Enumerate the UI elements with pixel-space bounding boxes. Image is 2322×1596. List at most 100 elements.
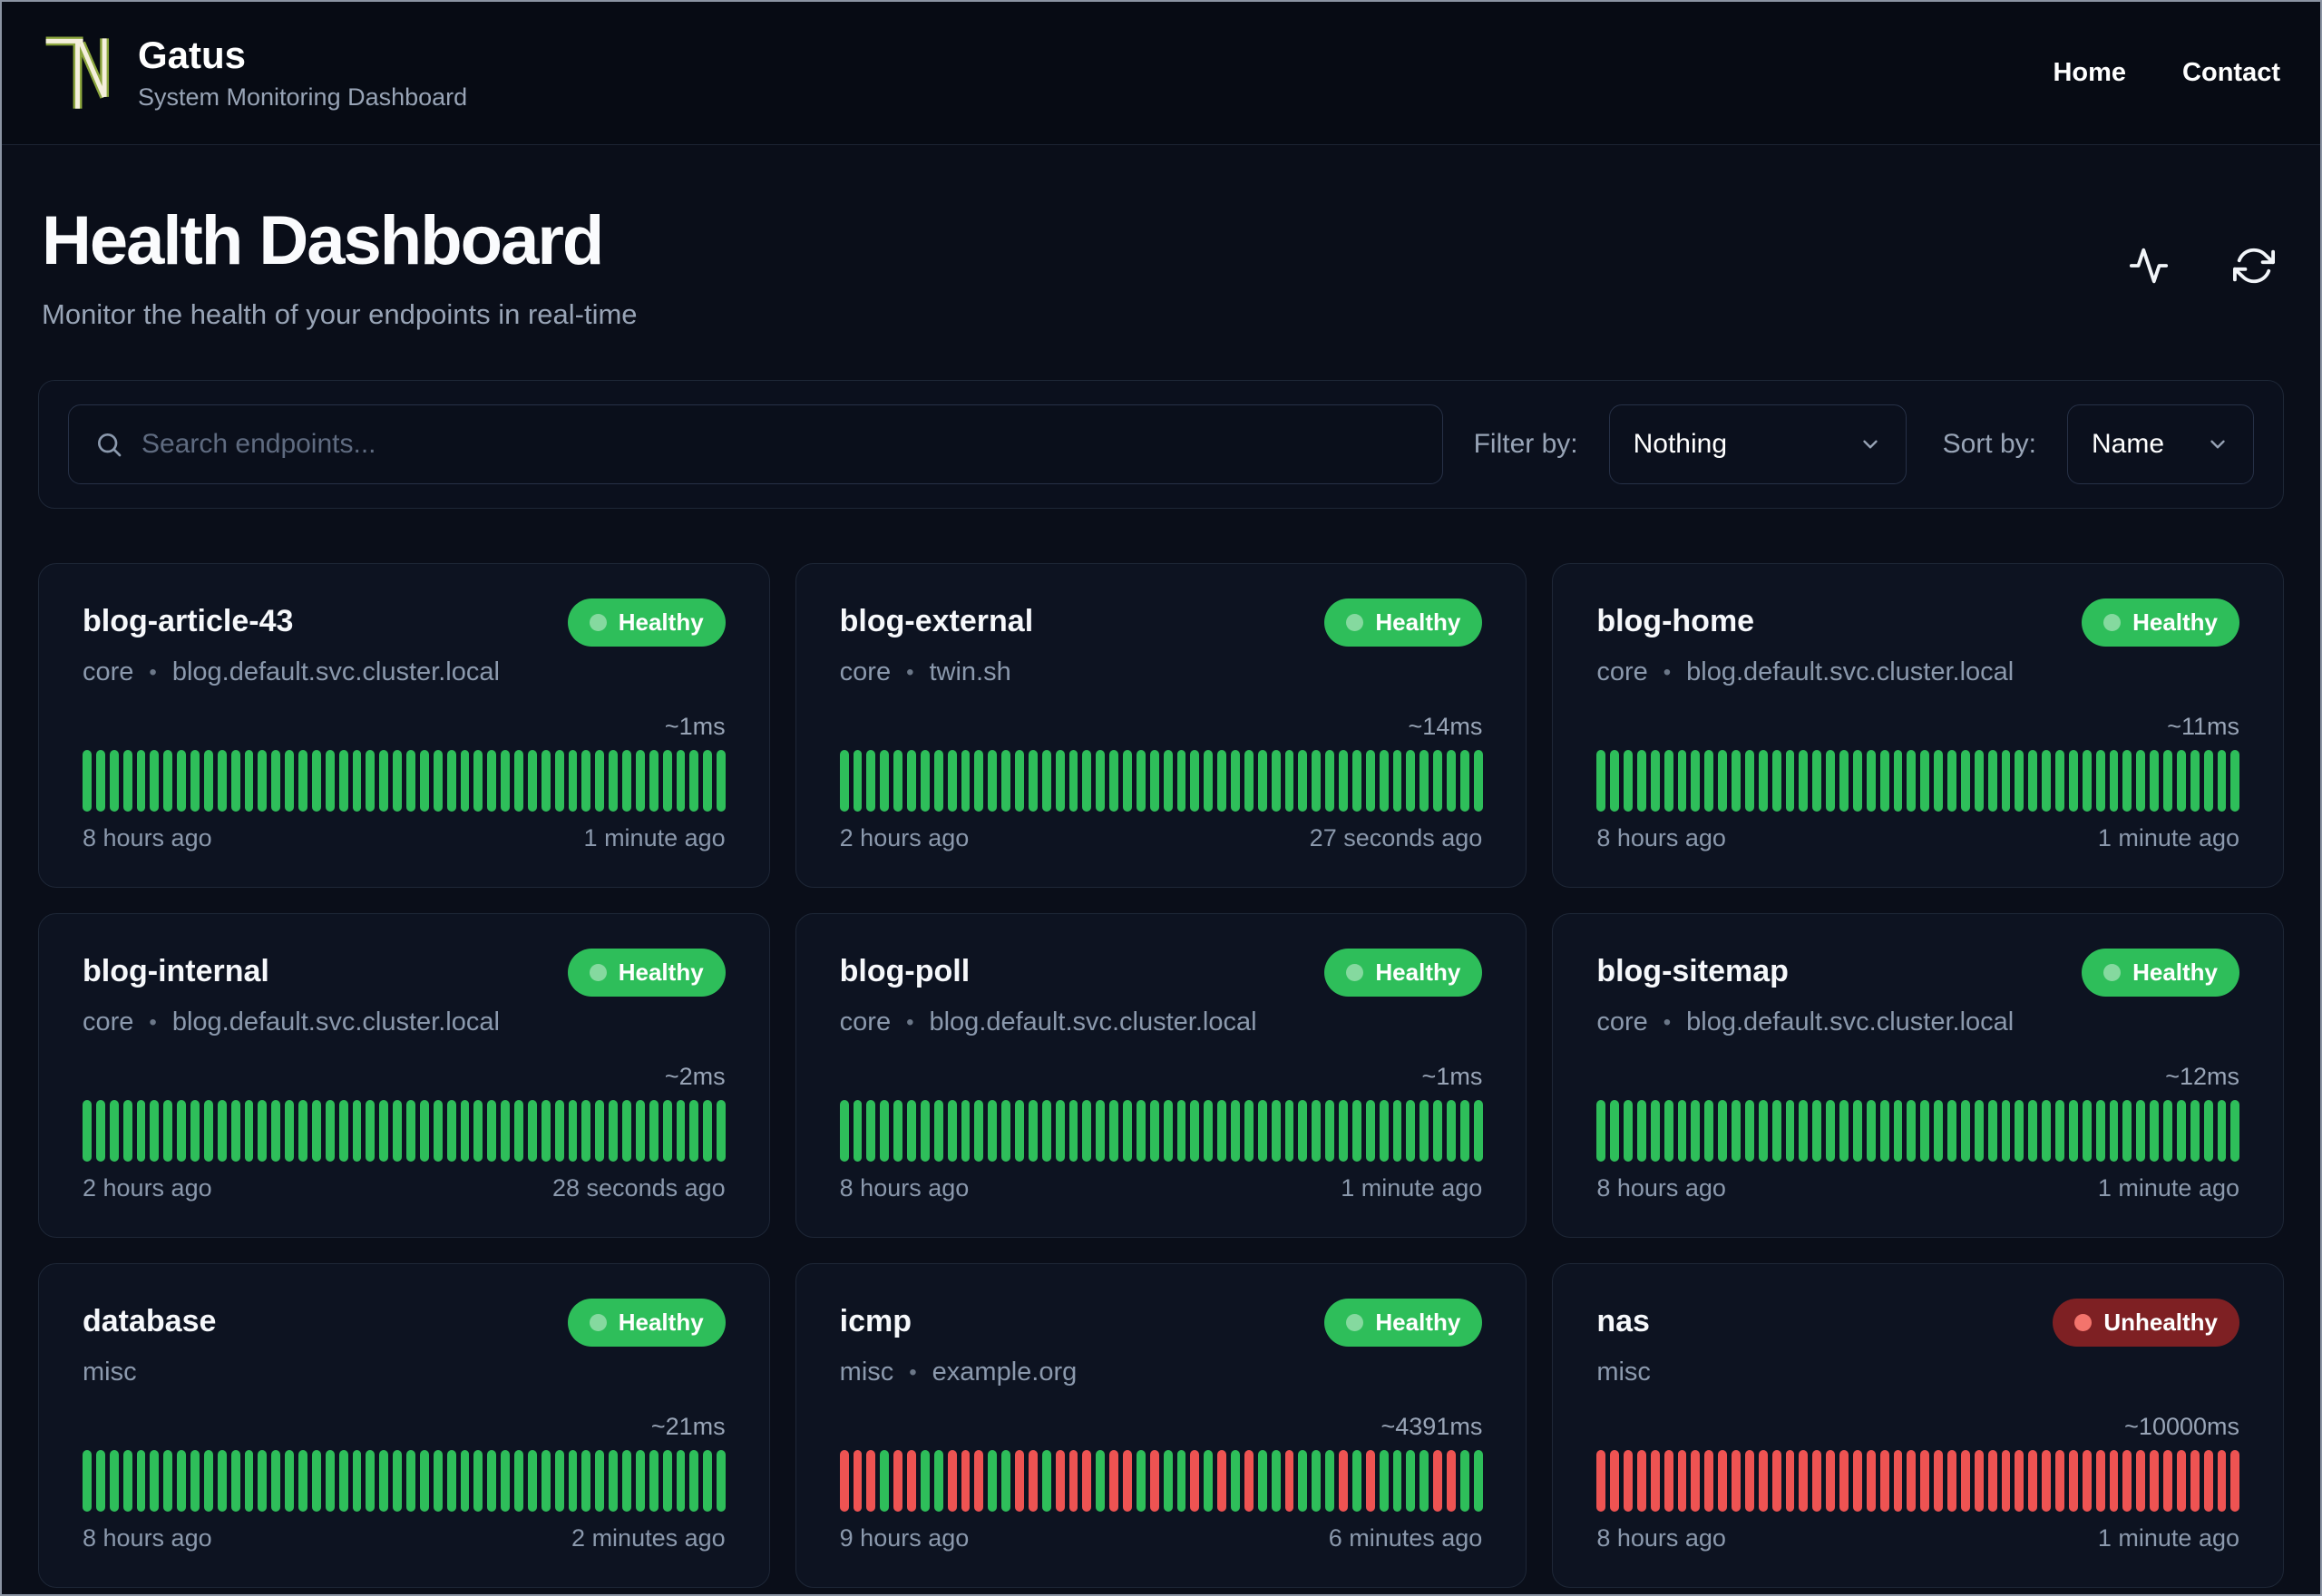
status-bar[interactable] <box>487 1100 497 1162</box>
status-bar[interactable] <box>2122 1450 2132 1512</box>
status-bar[interactable] <box>568 750 578 812</box>
status-bar[interactable] <box>473 750 483 812</box>
status-bar[interactable] <box>1190 1100 1200 1162</box>
status-bar[interactable] <box>1271 750 1281 812</box>
status-bar[interactable] <box>866 1100 876 1162</box>
status-bar[interactable] <box>1028 750 1038 812</box>
status-bar[interactable] <box>419 1100 429 1162</box>
status-bar[interactable] <box>1987 1100 1997 1162</box>
status-bar[interactable] <box>1473 1100 1483 1162</box>
status-bar[interactable] <box>122 750 132 812</box>
status-bar[interactable] <box>1068 1450 1078 1512</box>
status-bar[interactable] <box>839 1450 849 1512</box>
status-bar[interactable] <box>1677 750 1687 812</box>
status-bar[interactable] <box>974 750 984 812</box>
status-bar[interactable] <box>1987 1450 1997 1512</box>
status-bar[interactable] <box>1096 1450 1106 1512</box>
status-bar[interactable] <box>1459 1100 1469 1162</box>
status-bar[interactable] <box>258 1100 268 1162</box>
status-bar[interactable] <box>907 750 916 812</box>
status-bar[interactable] <box>1799 1100 1809 1162</box>
status-bar[interactable] <box>2028 1450 2038 1512</box>
status-bar[interactable] <box>1691 1450 1701 1512</box>
refresh-icon[interactable] <box>2233 245 2275 289</box>
endpoint-card[interactable]: blog-internal Healthy core • blog.default.sv… <box>38 913 770 1238</box>
status-bar[interactable] <box>1852 1100 1862 1162</box>
status-bar[interactable] <box>2095 1100 2105 1162</box>
status-bar[interactable] <box>1231 1100 1240 1162</box>
status-bar[interactable] <box>1596 1450 1606 1512</box>
status-bar[interactable] <box>1163 1100 1173 1162</box>
status-bar[interactable] <box>1893 750 1903 812</box>
status-bar[interactable] <box>1704 1450 1714 1512</box>
status-bar[interactable] <box>1420 1100 1429 1162</box>
status-bar[interactable] <box>1001 750 1011 812</box>
status-bar[interactable] <box>217 1450 227 1512</box>
status-bar[interactable] <box>717 1100 726 1162</box>
status-bar[interactable] <box>609 1450 618 1512</box>
status-bar[interactable] <box>1744 1450 1754 1512</box>
status-bar[interactable] <box>1771 750 1781 812</box>
status-bar[interactable] <box>163 1450 173 1512</box>
status-bar[interactable] <box>866 750 876 812</box>
status-bar[interactable] <box>2163 750 2172 812</box>
status-bar[interactable] <box>1123 750 1132 812</box>
status-bar[interactable] <box>1041 1100 1051 1162</box>
status-bar[interactable] <box>2015 1450 2024 1512</box>
status-bar[interactable] <box>581 1100 591 1162</box>
status-bar[interactable] <box>893 750 903 812</box>
status-bar[interactable] <box>271 1450 281 1512</box>
status-bar[interactable] <box>2082 1450 2092 1512</box>
status-bar[interactable] <box>1826 1450 1836 1512</box>
status-bar[interactable] <box>703 750 713 812</box>
status-bar[interactable] <box>1190 1450 1200 1512</box>
status-bar[interactable] <box>2176 750 2186 812</box>
status-bar[interactable] <box>1744 1100 1754 1162</box>
endpoint-card[interactable]: nas Unhealthy misc ~10000ms 8 hours ago 1 min… <box>1552 1263 2284 1588</box>
status-bar[interactable] <box>1636 1450 1646 1512</box>
status-bar[interactable] <box>95 1100 105 1162</box>
status-bar[interactable] <box>190 1450 200 1512</box>
status-bar[interactable] <box>1960 1450 1970 1512</box>
status-bar[interactable] <box>419 750 429 812</box>
status-bar[interactable] <box>907 1450 916 1512</box>
status-bar[interactable] <box>2109 1450 2119 1512</box>
status-bar[interactable] <box>920 750 930 812</box>
status-bar[interactable] <box>1217 750 1227 812</box>
status-bar[interactable] <box>366 1100 376 1162</box>
status-bar[interactable] <box>433 1100 443 1162</box>
status-bar[interactable] <box>1447 1100 1456 1162</box>
status-bar[interactable] <box>2230 750 2240 812</box>
status-bar[interactable] <box>2122 750 2132 812</box>
status-bar[interactable] <box>379 1450 389 1512</box>
status-bar[interactable] <box>2203 1100 2213 1162</box>
status-bar[interactable] <box>1136 1450 1146 1512</box>
status-bar[interactable] <box>1920 750 1930 812</box>
status-bar[interactable] <box>2109 1100 2119 1162</box>
status-bar[interactable] <box>1459 1450 1469 1512</box>
status-bar[interactable] <box>1325 750 1335 812</box>
status-bar[interactable] <box>514 750 523 812</box>
status-bar[interactable] <box>1257 750 1267 812</box>
status-bar[interactable] <box>1096 750 1106 812</box>
status-bar[interactable] <box>703 1100 713 1162</box>
status-bar[interactable] <box>1691 750 1701 812</box>
status-bar[interactable] <box>1339 1100 1348 1162</box>
status-bar[interactable] <box>1149 750 1159 812</box>
status-bar[interactable] <box>1447 1450 1456 1512</box>
status-bar[interactable] <box>433 750 443 812</box>
status-bar[interactable] <box>635 1100 645 1162</box>
status-bar[interactable] <box>406 750 415 812</box>
status-bar[interactable] <box>2230 1100 2240 1162</box>
status-bar[interactable] <box>2217 1100 2227 1162</box>
status-bar[interactable] <box>1732 1450 1741 1512</box>
status-bar[interactable] <box>947 750 957 812</box>
status-bar[interactable] <box>1704 1100 1714 1162</box>
status-bar[interactable] <box>1934 750 1944 812</box>
status-bar[interactable] <box>581 1450 591 1512</box>
status-bar[interactable] <box>2109 750 2119 812</box>
status-bar[interactable] <box>622 1450 631 1512</box>
status-bar[interactable] <box>1001 1450 1011 1512</box>
status-bar[interactable] <box>1217 1450 1227 1512</box>
status-bar[interactable] <box>1732 750 1741 812</box>
